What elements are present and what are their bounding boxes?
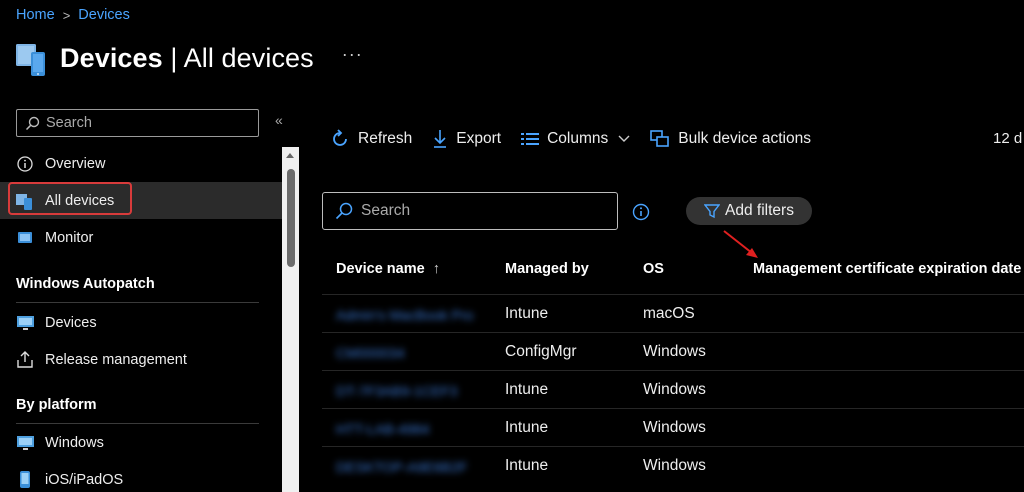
sidebar-item-monitor[interactable]: Monitor <box>0 219 282 256</box>
sidebar-scrollbar[interactable] <box>282 147 299 492</box>
columns-icon <box>521 131 540 147</box>
column-header-device-name[interactable]: Device name ↑ <box>336 261 440 277</box>
managed-by-cell: Intune <box>505 381 549 398</box>
page-title: Devices | All devices <box>60 42 314 73</box>
breadcrumb-separator: > <box>62 7 71 23</box>
sidebar-item-label: Devices <box>45 314 97 331</box>
columns-button[interactable]: Columns <box>521 130 630 148</box>
sidebar-item-release-management[interactable]: Release management <box>0 341 282 378</box>
download-icon <box>432 129 448 149</box>
annotation-arrow-icon <box>723 230 758 258</box>
monitor-icon <box>16 229 34 247</box>
sidebar-item-label: Overview <box>45 155 106 172</box>
sidebar: Search « Overview All devices Monitor Wi… <box>0 100 300 492</box>
section-header-by-platform: By platform <box>16 397 97 413</box>
device-name-link[interactable]: HTT-LAB-4984 <box>336 421 429 437</box>
columns-label: Columns <box>547 130 609 147</box>
sidebar-item-windows[interactable]: Windows <box>0 424 282 461</box>
managed-by-cell: ConfigMgr <box>505 343 577 360</box>
scroll-up-arrow[interactable] <box>286 153 294 158</box>
os-cell: Windows <box>643 457 706 474</box>
table-row[interactable]: DT-7F3AB9-1CEF3 Intune Windows <box>322 370 1024 408</box>
sidebar-search-placeholder: Search <box>46 115 92 131</box>
managed-by-cell: Intune <box>505 457 549 474</box>
bulk-actions-icon <box>650 130 670 148</box>
column-header-managed-by[interactable]: Managed by <box>505 261 589 277</box>
managed-by-cell: Intune <box>505 305 549 322</box>
sidebar-item-overview[interactable]: Overview <box>0 145 282 182</box>
table-row[interactable]: Admin's MacBook Pro Intune macOS <box>322 294 1024 332</box>
upload-icon <box>16 351 34 369</box>
sidebar-item-label: Monitor <box>45 229 94 246</box>
bulk-device-actions-button[interactable]: Bulk device actions <box>650 130 811 148</box>
highlight-box <box>8 182 132 215</box>
sort-ascending-icon: ↑ <box>432 261 440 277</box>
table-row[interactable]: CM000034 ConfigMgr Windows <box>322 332 1024 370</box>
sidebar-item-ios[interactable]: iOS/iPadOS <box>0 461 282 492</box>
breadcrumb-devices-link[interactable]: Devices <box>78 7 130 23</box>
divider <box>16 302 259 303</box>
device-name-link[interactable]: Admin's MacBook Pro <box>336 307 473 323</box>
devices-icon <box>16 38 50 78</box>
more-options-button[interactable]: ··· <box>342 44 363 65</box>
export-button[interactable]: Export <box>432 129 501 149</box>
managed-by-cell: Intune <box>505 419 549 436</box>
device-name-link[interactable]: DESKTOP-A9E6B2F <box>336 459 467 475</box>
chevron-down-icon <box>618 135 630 143</box>
device-name-link[interactable]: CM000034 <box>336 345 405 361</box>
column-header-cert-expiration[interactable]: Management certificate expiration date <box>753 261 1021 277</box>
os-cell: Windows <box>643 343 706 360</box>
desktop-icon <box>16 434 34 452</box>
refresh-icon <box>330 129 350 149</box>
os-cell: Windows <box>643 419 706 436</box>
device-name-link[interactable]: DT-7F3AB9-1CEF3 <box>336 383 457 399</box>
search-icon <box>335 202 353 220</box>
page-header: Devices | All devices ··· <box>16 38 363 78</box>
phone-icon <box>16 471 34 489</box>
breadcrumb: Home > Devices <box>16 7 130 23</box>
device-search-input[interactable]: Search <box>322 192 618 230</box>
add-filters-label: Add filters <box>725 202 794 219</box>
desktop-icon <box>16 314 34 332</box>
scrollbar-thumb[interactable] <box>287 169 295 267</box>
device-count: 12 d <box>993 130 1023 147</box>
add-filters-button[interactable]: Add filters <box>686 197 812 225</box>
device-search-placeholder: Search <box>361 202 411 219</box>
sidebar-item-autopatch-devices[interactable]: Devices <box>0 304 282 341</box>
bulk-device-actions-label: Bulk device actions <box>678 130 811 147</box>
search-icon <box>25 116 40 130</box>
command-bar: Refresh Export Columns Bulk device actio… <box>330 127 831 151</box>
sidebar-item-label: iOS/iPadOS <box>45 471 124 488</box>
sidebar-item-label: Windows <box>45 434 104 451</box>
collapse-sidebar-button[interactable]: « <box>275 112 283 128</box>
refresh-label: Refresh <box>358 130 413 147</box>
section-header-windows-autopatch: Windows Autopatch <box>16 276 155 292</box>
table-row[interactable]: HTT-LAB-4984 Intune Windows <box>322 408 1024 446</box>
filter-icon <box>704 204 721 219</box>
refresh-button[interactable]: Refresh <box>330 129 412 149</box>
export-label: Export <box>456 130 502 147</box>
sidebar-item-label: Release management <box>45 351 187 368</box>
breadcrumb-home-link[interactable]: Home <box>16 7 55 23</box>
table-row[interactable]: DESKTOP-A9E6B2F Intune Windows <box>322 446 1024 484</box>
sidebar-search-input[interactable]: Search <box>16 109 259 137</box>
info-icon[interactable] <box>632 203 650 226</box>
os-cell: Windows <box>643 381 706 398</box>
column-header-os[interactable]: OS <box>643 261 664 277</box>
os-cell: macOS <box>643 305 695 322</box>
info-circle-icon <box>16 155 34 173</box>
